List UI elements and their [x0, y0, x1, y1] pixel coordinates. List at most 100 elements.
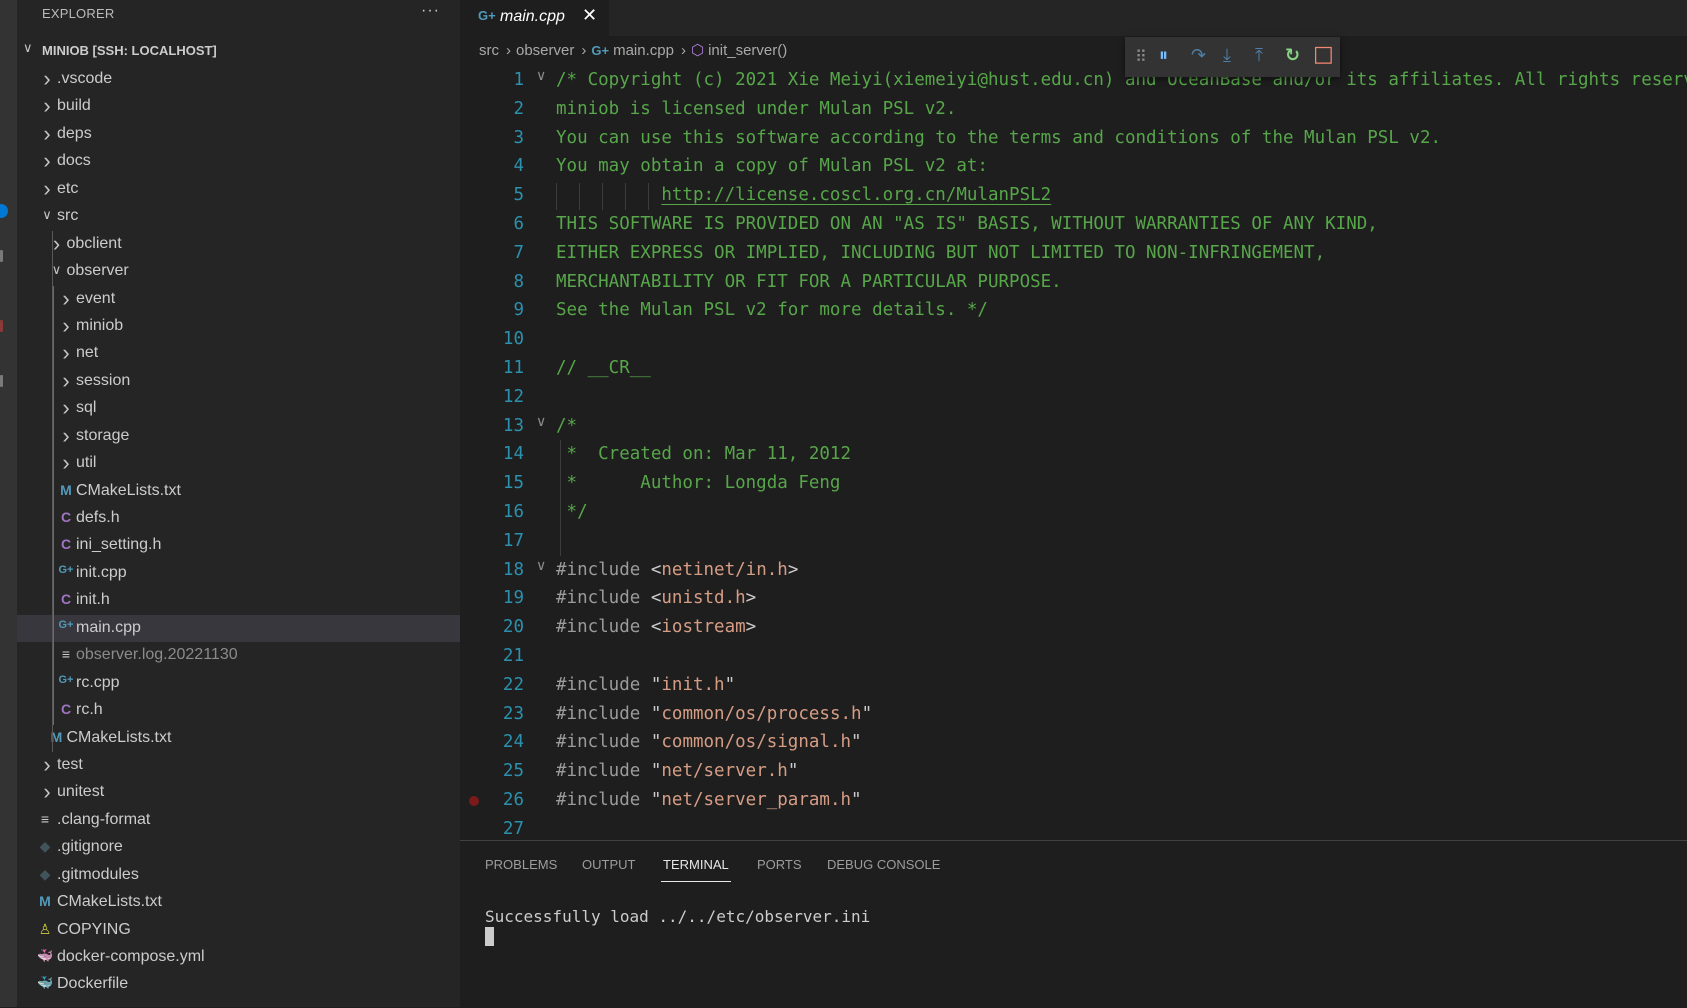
tab-terminal[interactable]: TERMINAL [661, 857, 731, 882]
code-line: 9 See the Mulan PSL v2 for more details. … [460, 296, 1687, 325]
code-token: " [650, 732, 662, 753]
folder-item[interactable]: deps [17, 121, 460, 148]
indent-guide [602, 183, 603, 210]
file-item[interactable]: ≡ .clang-format [17, 807, 460, 834]
cmake-icon: M [60, 481, 72, 498]
code-token: " [851, 732, 862, 753]
file-item[interactable]: Crc.h [17, 697, 460, 724]
code-line: 18 ∨ #include <netinet/in.h> [460, 556, 1687, 585]
code-editor[interactable]: 1 ∨ /* Copyright (c) 2021 Xie Meiyi(xiemei… [460, 66, 1687, 838]
code-token: > [745, 588, 757, 609]
fold-chevron-icon[interactable]: ∨ [536, 414, 546, 430]
text-file-icon: ≡ [40, 810, 50, 827]
pause-button[interactable]: ⏸ [1159, 45, 1168, 66]
tab-output[interactable]: OUTPUT [582, 857, 635, 872]
tree-item-label: .gitignore [57, 838, 123, 856]
tab-ports[interactable]: PORTS [757, 857, 802, 872]
text-file-icon: ≡ [61, 646, 71, 663]
file-item[interactable]: 🐳 Dockerfile [17, 971, 460, 998]
code-text: #include <unistd.h> [556, 588, 756, 608]
cmake-icon: M [50, 728, 63, 745]
step-over-button[interactable]: ↷ [1191, 45, 1206, 66]
breadcrumb-item-main-cpp[interactable]: main.cpp [613, 42, 674, 59]
code-line: 6 THIS SOFTWARE IS PROVIDED ON AN "AS IS"… [460, 210, 1687, 239]
code-text: You may obtain a copy of Mulan PSL v2 at… [556, 156, 988, 176]
code-text: miniob is licensed under Mulan PSL v2. [556, 99, 956, 119]
folder-item[interactable]: obclient [17, 231, 460, 258]
code-token: " [724, 674, 736, 695]
folder-item[interactable]: build [17, 93, 460, 120]
file-item[interactable]: Cinit.h [17, 587, 460, 614]
folder-item[interactable]: net [17, 340, 460, 367]
breadcrumb-item-src[interactable]: src [479, 42, 499, 59]
folder-item[interactable]: observer [17, 258, 460, 285]
code-line: 21 [460, 642, 1687, 671]
folder-item[interactable]: src [17, 203, 460, 230]
cpp-file-icon: G+ [58, 618, 74, 631]
file-item[interactable]: M CMakeLists.txt [17, 478, 460, 505]
activity-icon[interactable] [0, 375, 3, 387]
docker-compose-icon: 🐳 [37, 948, 54, 963]
file-item[interactable]: G+ init.cpp [17, 560, 460, 587]
step-out-button[interactable]: ⤒ [1255, 45, 1263, 66]
fold-chevron-icon[interactable]: ∨ [536, 68, 546, 84]
file-item[interactable]: ♙ COPYING [17, 917, 460, 944]
tab-main-cpp[interactable]: G+ main.cpp ✕ [460, 0, 609, 36]
restart-button[interactable]: ↻ [1285, 45, 1300, 66]
tree-item-label: etc [57, 179, 79, 197]
c-header-icon: C [60, 509, 72, 525]
more-actions-button[interactable]: ··· [421, 2, 440, 20]
folder-item[interactable]: unitest [17, 779, 460, 806]
folder-item[interactable]: miniob [17, 313, 460, 340]
folder-item[interactable]: session [17, 368, 460, 395]
close-icon[interactable]: ✕ [582, 5, 597, 26]
folder-item[interactable]: docs [17, 148, 460, 175]
folder-item[interactable]: .vscode [17, 66, 460, 93]
file-item[interactable]: ◆ .gitmodules [17, 862, 460, 889]
file-item[interactable]: ≡ observer.log.20221130 [17, 642, 460, 669]
tree-item-label: ini_setting.h [76, 536, 162, 554]
line-number: 27 [502, 818, 524, 838]
terminal-output[interactable]: Successfully load ../../etc/observer.ini [485, 907, 870, 926]
file-item[interactable]: ◆ .gitignore [17, 834, 460, 861]
folder-item[interactable]: sql [17, 395, 460, 422]
chevron-down-icon [49, 261, 65, 278]
fold-chevron-icon[interactable]: ∨ [536, 558, 546, 574]
workspace-root[interactable]: MINIOB [SSH: LOCALHOST] [17, 39, 460, 63]
folder-item[interactable]: etc [17, 176, 460, 203]
code-token: unistd.h [661, 588, 746, 609]
line-number: 14 [502, 444, 524, 465]
line-number: 25 [502, 761, 524, 782]
line-number: 6 [513, 214, 524, 234]
file-item[interactable]: M CMakeLists.txt [17, 725, 460, 752]
tab-problems[interactable]: PROBLEMS [485, 857, 557, 872]
tab-debug-console[interactable]: DEBUG CONSOLE [827, 857, 940, 872]
code-line: 11 // __CR__ [460, 354, 1687, 383]
stop-button[interactable]: □ [1313, 42, 1334, 67]
chevron-right-icon [39, 785, 55, 802]
folder-item[interactable]: test [17, 752, 460, 779]
breadcrumb-item-observer[interactable]: observer [516, 42, 574, 59]
step-into-button[interactable]: ⤓ [1223, 45, 1231, 66]
activity-icon[interactable] [0, 320, 3, 332]
file-item[interactable]: G+ rc.cpp [17, 670, 460, 697]
folder-item[interactable]: event [17, 286, 460, 313]
folder-item[interactable]: storage [17, 423, 460, 450]
remote-badge-icon[interactable] [0, 204, 8, 218]
file-item[interactable]: M CMakeLists.txt [17, 889, 460, 916]
file-item[interactable]: 🐳 docker-compose.yml [17, 944, 460, 971]
chevron-right-icon [58, 429, 74, 446]
file-item[interactable]: Cini_setting.h [17, 532, 460, 559]
code-token: < [650, 559, 662, 580]
activity-icon[interactable] [0, 250, 3, 262]
drag-grip-icon[interactable]: ⠿ [1135, 47, 1147, 66]
file-item[interactable]: Cdefs.h [17, 505, 460, 532]
code-link[interactable]: http://license.coscl.org.cn/MulanPSL2 [661, 185, 1051, 205]
code-text: /* [556, 416, 577, 436]
breadcrumb-item-init-server[interactable]: init_server() [708, 42, 787, 59]
code-text: * Created on: Mar 11, 2012 [556, 444, 851, 464]
folder-item[interactable]: util [17, 450, 460, 477]
file-item[interactable]: G+ main.cpp [17, 614, 460, 643]
bottom-panel: PROBLEMS OUTPUT TERMINAL PORTS DEBUG CON… [460, 840, 1687, 1008]
